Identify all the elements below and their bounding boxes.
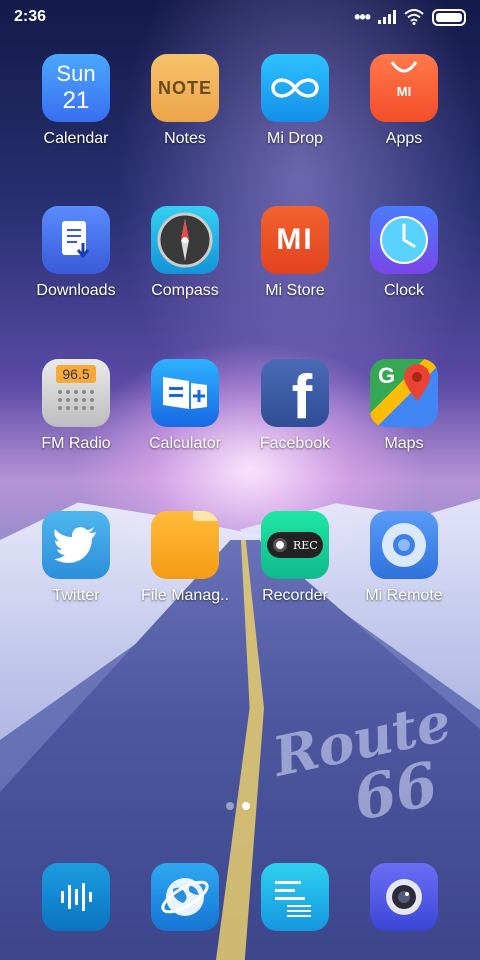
app-label: Mi Store xyxy=(265,282,325,299)
app-label: Twitter xyxy=(52,587,100,604)
app-label: File Manag.. xyxy=(140,587,230,604)
twitter-icon xyxy=(42,511,110,579)
globe-icon xyxy=(151,863,219,931)
mi-remote-icon xyxy=(370,511,438,579)
compass-icon xyxy=(151,206,219,274)
page-dot[interactable] xyxy=(226,802,234,810)
app-calculator[interactable]: Calculator xyxy=(130,359,240,453)
mi-store-icon: MI xyxy=(261,206,329,274)
page-indicator xyxy=(226,802,250,810)
app-label: FM Radio xyxy=(41,435,111,452)
app-label: Facebook xyxy=(259,435,331,452)
mi-drop-icon xyxy=(261,54,329,122)
clock-icon xyxy=(370,206,438,274)
app-label: Maps xyxy=(384,435,424,452)
app-mi-store[interactable]: MI Mi Store xyxy=(240,206,350,300)
dock-app-messages[interactable] xyxy=(240,863,350,931)
app-recorder[interactable]: REC Recorder xyxy=(240,511,350,605)
app-notes[interactable]: NOTE Notes xyxy=(130,54,240,148)
wifi-icon xyxy=(404,9,424,25)
status-bar: 2:36 ••• xyxy=(0,0,480,34)
app-clock[interactable]: Clock xyxy=(349,206,459,300)
app-mi-drop[interactable]: Mi Drop xyxy=(240,54,350,148)
dock-app-phone[interactable] xyxy=(21,863,131,931)
app-downloads[interactable]: Downloads xyxy=(21,206,131,300)
page-dot-active[interactable] xyxy=(242,802,250,810)
battery-icon xyxy=(432,8,466,26)
folder-tab-icon xyxy=(193,511,219,521)
app-file-manager[interactable]: File Manag.. xyxy=(130,511,240,605)
app-apps[interactable]: MI Apps xyxy=(349,54,459,148)
app-label: Notes xyxy=(164,130,206,147)
folder-icon xyxy=(151,511,219,579)
phone-dialer-icon xyxy=(42,863,110,931)
app-label: Mi Remote xyxy=(365,587,443,604)
app-facebook[interactable]: f Facebook xyxy=(240,359,350,453)
app-mi-remote[interactable]: Mi Remote xyxy=(349,511,459,605)
dock-app-browser[interactable] xyxy=(130,863,240,931)
app-fm-radio[interactable]: 96.5 FM Radio xyxy=(21,359,131,453)
recorder-panel-icon: REC xyxy=(267,532,323,558)
app-maps[interactable]: G Maps xyxy=(349,359,459,453)
calendar-icon: Sun 21 xyxy=(42,54,110,122)
app-label: Clock xyxy=(383,282,424,299)
downloads-icon xyxy=(42,206,110,274)
app-label: Compass xyxy=(151,282,219,299)
messages-icon xyxy=(261,863,329,931)
camera-icon xyxy=(370,863,438,931)
dock-app-camera[interactable] xyxy=(349,863,459,931)
apps-store-icon: MI xyxy=(370,54,438,122)
app-label: Recorder xyxy=(262,587,328,604)
app-calendar[interactable]: Sun 21 Calendar xyxy=(21,54,131,148)
recorder-icon: REC xyxy=(261,511,329,579)
maps-icon: G xyxy=(370,359,438,427)
record-dot-icon xyxy=(273,538,287,552)
app-twitter[interactable]: Twitter xyxy=(21,511,131,605)
calculator-icon xyxy=(151,359,219,427)
app-compass[interactable]: Compass xyxy=(130,206,240,300)
signal-icon xyxy=(378,10,396,24)
status-time: 2:36 xyxy=(14,8,47,25)
status-icons: ••• xyxy=(354,7,466,28)
facebook-icon: f xyxy=(261,359,329,427)
app-label: Calculator xyxy=(148,435,222,452)
app-label: Apps xyxy=(385,130,423,147)
app-label: Calendar xyxy=(43,130,109,147)
app-label: Mi Drop xyxy=(266,130,323,147)
notification-dots-icon: ••• xyxy=(354,6,371,27)
app-label: Downloads xyxy=(36,282,116,299)
notes-icon: NOTE xyxy=(151,54,219,122)
fm-radio-icon: 96.5 xyxy=(42,359,110,427)
